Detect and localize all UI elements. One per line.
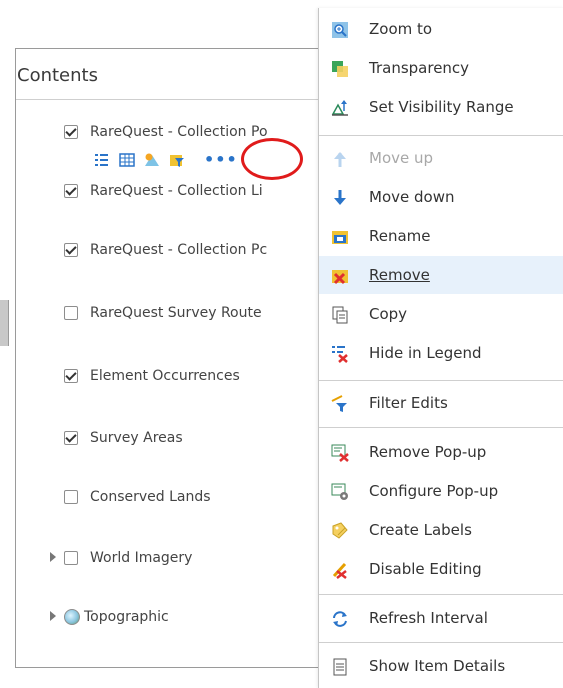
menu-item-filter-edits[interactable]: Filter Edits bbox=[319, 384, 563, 422]
legend-icon[interactable] bbox=[94, 152, 110, 168]
layer-item[interactable]: RareQuest Survey Route bbox=[64, 302, 354, 324]
menu-item-transparency[interactable]: Transparency bbox=[319, 49, 563, 87]
filter-edits-icon bbox=[331, 395, 347, 412]
layer-tools-bar: ••• bbox=[94, 151, 238, 169]
refresh-icon bbox=[333, 611, 347, 627]
menu-item-move-up: Move up bbox=[319, 139, 563, 177]
layer-name: RareQuest - Collection Li bbox=[90, 183, 263, 199]
layer-visibility-checkbox[interactable] bbox=[64, 306, 78, 320]
menu-item-refresh-interval[interactable]: Refresh Interval bbox=[319, 599, 563, 637]
layer-item[interactable]: Element Occurrences bbox=[64, 365, 354, 387]
create-labels-icon bbox=[332, 522, 348, 539]
menu-item-disable-editing[interactable]: Disable Editing bbox=[319, 550, 563, 588]
menu-item-configure-popup[interactable]: Configure Pop-up bbox=[319, 472, 563, 510]
menu-separator bbox=[319, 594, 563, 595]
menu-item-label: Rename bbox=[369, 227, 431, 245]
left-edge-fragment bbox=[0, 300, 9, 346]
menu-item-label: Refresh Interval bbox=[369, 609, 488, 627]
disable-editing-icon bbox=[332, 562, 347, 579]
layer-visibility-checkbox[interactable] bbox=[64, 243, 78, 257]
layer-item[interactable]: RareQuest - Collection Po bbox=[64, 121, 354, 143]
change-style-icon[interactable] bbox=[144, 152, 160, 168]
globe-icon bbox=[64, 609, 80, 625]
layer-name: World Imagery bbox=[90, 550, 193, 566]
menu-item-create-labels[interactable]: Create Labels bbox=[319, 511, 563, 549]
panel-title-divider bbox=[16, 99, 346, 100]
layer-visibility-checkbox[interactable] bbox=[64, 551, 78, 565]
configure-popup-icon bbox=[331, 483, 348, 500]
table-icon[interactable] bbox=[119, 152, 135, 168]
menu-item-copy[interactable]: Copy bbox=[319, 295, 563, 333]
layer-name: RareQuest Survey Route bbox=[90, 305, 262, 321]
panel-title: Contents bbox=[17, 65, 98, 86]
layer-visibility-checkbox[interactable] bbox=[64, 184, 78, 198]
expand-arrow-icon[interactable] bbox=[50, 611, 56, 621]
menu-item-rename[interactable]: Rename bbox=[319, 217, 563, 255]
layer-context-menu: Zoom to Transparency Set Visibility Rang… bbox=[318, 8, 563, 688]
menu-item-label: Configure Pop-up bbox=[369, 482, 499, 500]
item-details-icon bbox=[333, 658, 347, 676]
transparency-icon bbox=[332, 61, 348, 77]
layer-visibility-checkbox[interactable] bbox=[64, 125, 78, 139]
menu-separator bbox=[319, 427, 563, 428]
menu-item-move-down[interactable]: Move down bbox=[319, 178, 563, 216]
menu-item-set-visibility-range[interactable]: Set Visibility Range bbox=[319, 88, 563, 126]
layer-name: Survey Areas bbox=[90, 430, 183, 446]
menu-separator bbox=[319, 380, 563, 381]
menu-item-zoom-to[interactable]: Zoom to bbox=[319, 10, 563, 48]
filter-icon[interactable] bbox=[169, 152, 185, 168]
menu-item-label: Zoom to bbox=[369, 20, 433, 38]
menu-item-hide-in-legend[interactable]: Hide in Legend bbox=[319, 334, 563, 372]
visibility-range-icon bbox=[331, 100, 348, 116]
menu-item-remove-popup[interactable]: Remove Pop-up bbox=[319, 433, 563, 471]
rename-icon bbox=[332, 231, 348, 244]
layer-item[interactable]: World Imagery bbox=[50, 547, 354, 569]
more-options-button[interactable]: ••• bbox=[204, 152, 238, 168]
layer-name: RareQuest - Collection Pc bbox=[90, 242, 268, 258]
layer-name: RareQuest - Collection Po bbox=[90, 124, 268, 140]
menu-separator bbox=[319, 135, 563, 136]
expand-arrow-icon[interactable] bbox=[50, 552, 56, 562]
highlight-circle bbox=[241, 138, 303, 180]
menu-separator bbox=[319, 642, 563, 643]
layer-visibility-checkbox[interactable] bbox=[64, 431, 78, 445]
menu-item-label: Move up bbox=[369, 149, 434, 167]
menu-item-label: Show Item Details bbox=[369, 657, 506, 675]
layer-item[interactable]: Topographic bbox=[50, 606, 354, 628]
layer-visibility-checkbox[interactable] bbox=[64, 490, 78, 504]
layer-item[interactable]: Conserved Lands bbox=[64, 486, 354, 508]
remove-popup-icon bbox=[331, 444, 349, 462]
hide-legend-icon bbox=[332, 346, 348, 363]
menu-item-label: Copy bbox=[369, 305, 408, 323]
layer-item[interactable]: Survey Areas bbox=[64, 427, 354, 449]
menu-item-show-item-details[interactable]: Show Item Details bbox=[319, 647, 563, 685]
menu-item-label: Create Labels bbox=[369, 521, 472, 539]
layer-name: Conserved Lands bbox=[90, 489, 211, 505]
menu-item-label: Filter Edits bbox=[369, 394, 448, 412]
arrow-up-icon bbox=[334, 152, 346, 167]
menu-item-label: Remove bbox=[369, 266, 430, 284]
arrow-down-icon bbox=[334, 190, 346, 205]
remove-icon bbox=[332, 270, 348, 285]
contents-panel: Contents RareQuest - Collection Po ••• R… bbox=[15, 48, 347, 668]
zoom-icon bbox=[332, 22, 348, 38]
menu-item-label: Remove Pop-up bbox=[369, 443, 487, 461]
menu-item-label: Set Visibility Range bbox=[369, 98, 514, 116]
menu-item-label: Move down bbox=[369, 188, 455, 206]
menu-item-remove[interactable]: Remove bbox=[319, 256, 563, 294]
layer-visibility-checkbox[interactable] bbox=[64, 369, 78, 383]
layer-name: Element Occurrences bbox=[90, 368, 240, 384]
menu-item-label: Transparency bbox=[369, 59, 470, 77]
layer-item[interactable]: RareQuest - Collection Pc bbox=[64, 239, 354, 261]
menu-item-label: Disable Editing bbox=[369, 560, 482, 578]
layer-item[interactable]: RareQuest - Collection Li bbox=[64, 180, 354, 202]
copy-icon bbox=[332, 306, 348, 324]
layer-name: Topographic bbox=[84, 609, 169, 625]
menu-item-label: Hide in Legend bbox=[369, 344, 482, 362]
